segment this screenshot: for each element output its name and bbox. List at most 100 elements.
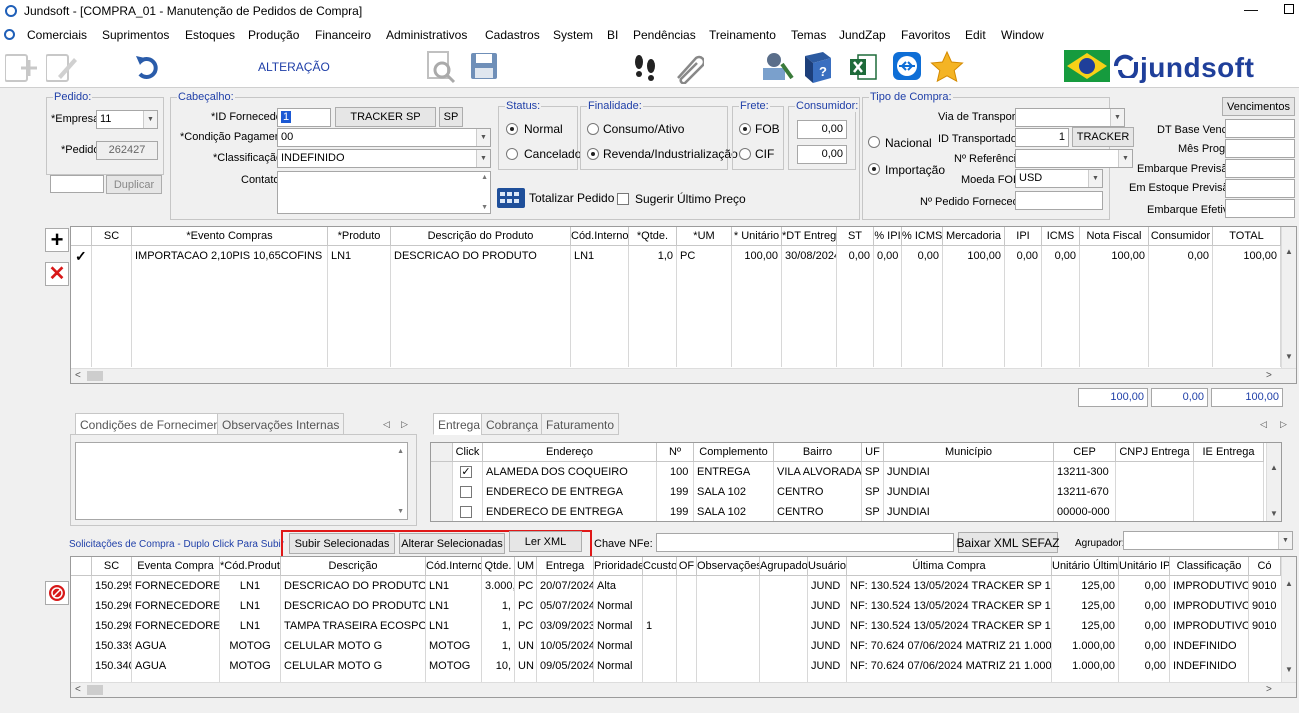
transportadora-button[interactable]: TRACKER [1072,127,1134,147]
solic-header[interactable]: Ccusto [643,557,677,576]
scroll-down-icon[interactable]: ▼ [1270,509,1278,518]
tab-next-icon[interactable]: ▷ [1280,419,1287,430]
new-icon[interactable] [5,52,39,82]
baixar-xml-button[interactable]: Baixar XML SEFAZ [957,532,1059,553]
search-doc-icon[interactable] [424,50,458,84]
solic-header[interactable]: Última Compra [847,557,1052,576]
entrega-header[interactable]: CNPJ Entrega [1116,443,1194,462]
condicao-select[interactable]: 00 ▼ [277,128,491,147]
solic-header[interactable]: Unitário Última [1052,557,1119,576]
menu-comerciais[interactable]: Comerciais [27,28,87,42]
scroll-down-icon[interactable]: ▼ [397,508,404,515]
tab-condicoes-fornecimento[interactable]: Condições de Fornecimento [75,413,236,435]
scroll-up-icon[interactable]: ▲ [397,448,404,455]
scroll-left-icon[interactable]: < [75,370,81,381]
app-menu-icon[interactable] [4,29,15,40]
calculator-icon[interactable] [496,187,526,209]
condicoes-textarea[interactable]: ▲ ▼ [75,442,408,520]
remove-item-button[interactable]: ✕ [45,262,69,286]
menu-temas[interactable]: Temas [791,28,826,42]
attach-icon[interactable] [670,50,704,84]
dt-base-venc-field[interactable] [1225,119,1295,138]
solic-header[interactable]: Có [1249,557,1281,576]
transportadora-id-field[interactable]: 1 [1015,128,1069,147]
menu-treinamento[interactable]: Treinamento [709,28,776,42]
tab-observacoes-internas[interactable]: Observações Internas [217,413,345,435]
scroll-down-icon[interactable]: ▼ [1285,352,1293,361]
solic-header[interactable]: Cód.Interno [426,557,482,576]
teamviewer-icon[interactable] [892,51,922,81]
items-header[interactable]: *Qtde. [629,227,677,246]
items-header[interactable]: * Unitário [732,227,782,246]
tab-faturamento[interactable]: Faturamento [541,413,620,435]
chevron-down-icon[interactable]: ▼ [1278,532,1292,549]
ler-xml-button[interactable]: Ler XML [509,531,582,552]
save-icon[interactable] [470,52,498,80]
user-tool-icon[interactable] [760,50,794,84]
items-header[interactable]: *Evento Compras [132,227,328,246]
scroll-up-icon[interactable]: ▲ [1270,463,1278,472]
favorites-star-icon[interactable] [930,50,964,84]
nacional-radio[interactable] [868,136,880,148]
moeda-select[interactable]: USD ▼ [1015,169,1103,188]
entrega-header[interactable]: Complemento [694,443,774,462]
via-select[interactable]: ▼ [1015,108,1125,127]
items-header[interactable]: % IPI [874,227,902,246]
maximize-icon[interactable] [1284,4,1294,14]
items-vscroll[interactable]: ▲ ▼ [1281,227,1296,368]
alterar-selecionadas-button[interactable]: Alterar Selecionadas [399,533,505,554]
items-header[interactable]: *UM [677,227,732,246]
table-row[interactable]: 150.295 FORNECEDORES LN1 DESCRICAO DO PRODU… [71,576,1281,596]
solic-header[interactable]: Qtde. [482,557,515,576]
table-row[interactable]: 150.340 AGUA MOTOG CELULAR MOTO G MOTOG 10, UN… [71,656,1281,676]
status-cancelado-radio[interactable] [506,148,518,160]
items-header[interactable]: Cód.Interno [571,227,629,246]
tab-next-icon[interactable]: ▷ [401,419,408,430]
items-hscroll[interactable]: < > [71,368,1296,383]
menu-producao[interactable]: Produção [248,28,299,42]
table-row[interactable]: ✓ ALAMEDA DOS COQUEIRO 100 ENTREGA VILA … [431,462,1264,482]
items-header[interactable]: TOTAL [1213,227,1281,246]
fornecedor-name-button[interactable]: TRACKER SP [335,107,436,127]
pedido-field[interactable]: 262427 [96,141,158,160]
entrega-header[interactable]: CEP [1054,443,1116,462]
contato-textarea[interactable]: ▲ ▼ [277,171,491,214]
referencia-select[interactable]: ▼ [1015,149,1133,168]
fornecedor-uf-button[interactable]: SP [439,107,463,127]
items-header[interactable]: Nota Fiscal [1080,227,1149,246]
scroll-down-icon[interactable]: ▼ [481,204,488,211]
solic-header[interactable]: UM [515,557,537,576]
add-item-button[interactable]: + [45,228,69,252]
items-header[interactable]: ST [837,227,874,246]
entrega-vscroll[interactable]: ▲ ▼ [1266,443,1281,521]
menu-suprimentos[interactable]: Suprimentos [102,28,169,42]
scroll-down-icon[interactable]: ▼ [1285,665,1293,674]
menu-favoritos[interactable]: Favoritos [901,28,950,42]
entrega-header[interactable]: UF [862,443,884,462]
items-header[interactable]: SC [92,227,132,246]
items-header[interactable]: IPI [1005,227,1042,246]
chevron-down-icon[interactable]: ▼ [476,150,490,167]
chevron-down-icon[interactable]: ▼ [476,129,490,146]
chevron-down-icon[interactable]: ▼ [143,111,157,128]
solic-header[interactable]: Usuário [808,557,847,576]
totalizar-label[interactable]: Totalizar Pedido [529,191,614,205]
entrega-header[interactable]: Município [884,443,1054,462]
menu-administrativos[interactable]: Administrativos [386,28,467,42]
finalidade-revenda-radio[interactable] [587,148,599,160]
items-header[interactable]: Descrição do Produto [391,227,571,246]
frete-fob-radio[interactable] [739,123,751,135]
menu-window[interactable]: Window [1001,28,1044,42]
solic-vscroll[interactable]: ▲ ▼ [1281,557,1296,682]
entrega-header[interactable]: Click [453,443,483,462]
row-checkbox[interactable]: ✓ [460,466,472,478]
solic-header[interactable]: Prioridade [594,557,643,576]
scroll-thumb[interactable] [87,371,103,381]
mes-prog-field[interactable] [1225,139,1295,158]
edit-icon[interactable] [46,52,78,82]
menu-jundzap[interactable]: JundZap [839,28,886,42]
solic-header[interactable]: OF [677,557,697,576]
undo-icon[interactable] [134,54,160,80]
table-row[interactable]: 150.298 FORNECEDORES LN1 TAMPA TRASEIRA ECO… [71,616,1281,636]
table-row[interactable]: ✓ IMPORTACAO 2,10PIS 10,65COFINS LN1 DES… [71,246,1281,266]
